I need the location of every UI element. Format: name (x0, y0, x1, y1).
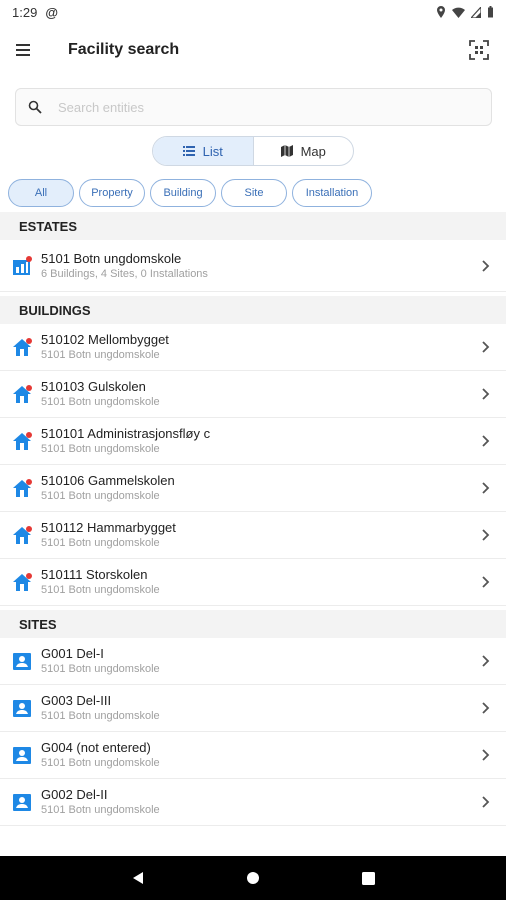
item-title: 510112 Hammarbygget (41, 520, 176, 535)
recents-button[interactable] (358, 868, 378, 888)
menu-icon[interactable] (16, 40, 36, 60)
building-icon (13, 573, 32, 591)
chevron-right-icon (482, 341, 490, 353)
status-bar: 1:29 @ (0, 0, 506, 24)
chevron-right-icon (482, 796, 490, 808)
item-subtitle: 5101 Botn ungdomskole (41, 663, 160, 675)
chevron-right-icon (482, 702, 490, 714)
section-header-estates: ESTATES (0, 212, 506, 240)
back-icon (132, 872, 143, 884)
page-title: Facility search (68, 41, 180, 58)
chevron-right-icon (482, 482, 490, 494)
item-title: G004 (not entered) (41, 740, 151, 755)
sites-list: G001 Del-I 5101 Botn ungdomskole G003 Del-… (0, 638, 506, 826)
home-icon (246, 872, 259, 884)
chevron-right-icon (482, 388, 490, 400)
search-input[interactable] (58, 99, 438, 115)
site-icon (13, 700, 31, 717)
item-title: 510101 Administrasjonsfløy c (41, 426, 211, 441)
back-button[interactable] (128, 868, 148, 888)
list-item[interactable]: G001 Del-I 5101 Botn ungdomskole (0, 638, 506, 685)
buildings-list: 510102 Mellombygget 5101 Botn ungdomskole… (0, 324, 506, 606)
app-bar: Facility search (0, 24, 506, 76)
view-toggle: List Map (152, 136, 354, 166)
item-title: G001 Del-I (41, 646, 104, 661)
list-item[interactable]: G004 (not entered) 5101 Botn ungdomskole (0, 732, 506, 779)
item-title: 5101 Botn ungdomskole (41, 250, 182, 266)
list-item[interactable]: 510111 Storskolen 5101 Botn ungdomskole (0, 559, 506, 606)
section-header-buildings: BUILDINGS (0, 296, 506, 324)
wifi-icon (452, 7, 465, 18)
item-title: G002 Del-II (41, 787, 108, 802)
chip-property[interactable]: Property (79, 179, 145, 207)
item-subtitle: 5101 Botn ungdomskole (41, 710, 160, 722)
home-button[interactable] (243, 868, 263, 888)
chevron-right-icon (482, 259, 490, 272)
list-item[interactable]: G003 Del-III 5101 Botn ungdomskole (0, 685, 506, 732)
results-list: ESTATES 5101 Botn ungdomskole 6 Building… (0, 212, 506, 826)
site-icon (13, 747, 31, 764)
item-title: 510111 Storskolen (41, 567, 148, 582)
item-title: G003 Del-III (41, 693, 112, 708)
item-title: 510106 Gammelskolen (41, 473, 175, 488)
list-item[interactable]: 510102 Mellombygget 5101 Botn ungdomskole (0, 324, 506, 371)
item-title: 510103 Gulskolen (41, 379, 146, 394)
list-icon (182, 146, 195, 156)
list-item[interactable]: G002 Del-II 5101 Botn ungdomskole (0, 779, 506, 826)
item-subtitle: 5101 Botn ungdomskole (41, 537, 160, 549)
notification-at-icon: @ (45, 4, 58, 20)
item-subtitle: 5101 Botn ungdomskole (41, 757, 160, 769)
map-view-button[interactable]: Map (254, 137, 354, 165)
search-icon (28, 100, 42, 114)
status-time: 1:29 (12, 4, 38, 20)
list-item[interactable]: 510103 Gulskolen 5101 Botn ungdomskole (0, 371, 506, 418)
chevron-right-icon (482, 655, 490, 667)
list-item[interactable]: 5101 Botn ungdomskole 6 Buildings, 4 Sit… (0, 240, 506, 292)
building-icon (13, 385, 32, 403)
map-icon (280, 145, 293, 157)
item-subtitle: 5101 Botn ungdomskole (41, 443, 160, 455)
list-item[interactable]: 510101 Administrasjonsfløy c 5101 Botn un… (0, 418, 506, 465)
building-icon (13, 479, 32, 497)
item-title: 510102 Mellombygget (41, 332, 169, 347)
item-subtitle: 5101 Botn ungdomskole (41, 490, 160, 502)
site-icon (13, 794, 31, 811)
item-subtitle: 5101 Botn ungdomskole (41, 804, 160, 816)
chip-all[interactable]: All (8, 179, 74, 207)
qr-scan-icon[interactable] (468, 39, 490, 61)
list-item[interactable]: 510106 Gammelskolen 5101 Botn ungdomskole (0, 465, 506, 512)
recents-icon (361, 871, 375, 885)
list-view-button[interactable]: List (153, 137, 254, 165)
search-box (15, 88, 492, 126)
chip-site[interactable]: Site (221, 179, 287, 207)
signal-icon (471, 6, 481, 18)
system-nav-bar (0, 856, 506, 900)
status-icons (436, 6, 494, 18)
chip-installation[interactable]: Installation (292, 179, 372, 207)
building-icon (13, 432, 32, 450)
battery-icon (488, 6, 493, 18)
item-subtitle: 5101 Botn ungdomskole (41, 584, 160, 596)
site-icon (13, 653, 31, 670)
item-subtitle: 5101 Botn ungdomskole (41, 396, 160, 408)
chip-building[interactable]: Building (150, 179, 216, 207)
chevron-right-icon (482, 435, 490, 447)
list-item[interactable]: 510112 Hammarbygget 5101 Botn ungdomskole (0, 512, 506, 559)
chevron-right-icon (482, 749, 490, 761)
item-subtitle: 5101 Botn ungdomskole (41, 349, 160, 361)
estate-icon (13, 255, 32, 275)
chevron-right-icon (482, 529, 490, 541)
item-subtitle: 6 Buildings, 4 Sites, 0 Installations (41, 267, 208, 280)
building-icon (13, 338, 32, 356)
chevron-right-icon (482, 576, 490, 588)
location-icon (437, 6, 445, 18)
list-view-label: List (202, 143, 223, 159)
section-header-sites: SITES (0, 610, 506, 638)
filter-chips: All Property Building Site Installation (8, 179, 372, 207)
map-view-label: Map (300, 143, 326, 159)
building-icon (13, 526, 32, 544)
